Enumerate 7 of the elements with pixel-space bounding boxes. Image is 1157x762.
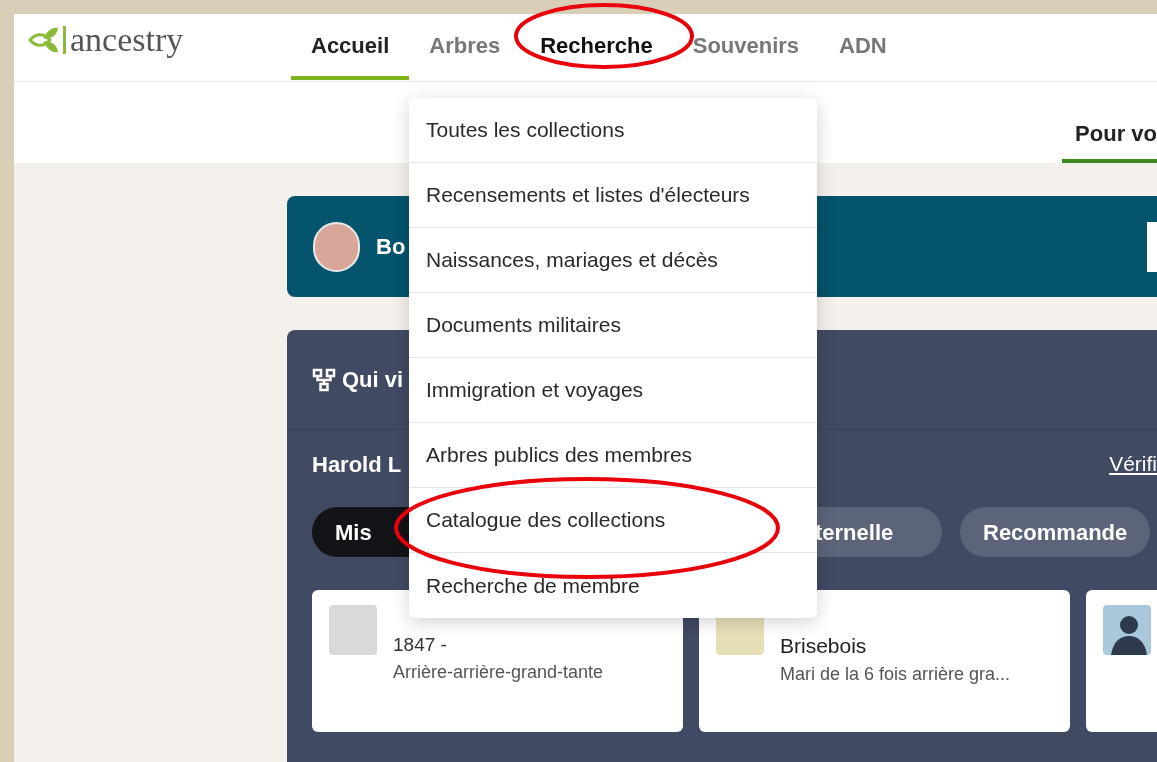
- relation-text: Arrière-arrière-grand-tante: [393, 661, 604, 684]
- person-dates: 1847 -: [393, 633, 448, 657]
- person-name: Brisebois: [780, 633, 868, 659]
- person-name: Harold L: [312, 450, 402, 479]
- panel-title: Qui vi: [342, 366, 404, 394]
- greeting-text: Bo: [376, 233, 406, 261]
- relation-text: Mari de la 6 fois arrière gra...: [780, 663, 1011, 686]
